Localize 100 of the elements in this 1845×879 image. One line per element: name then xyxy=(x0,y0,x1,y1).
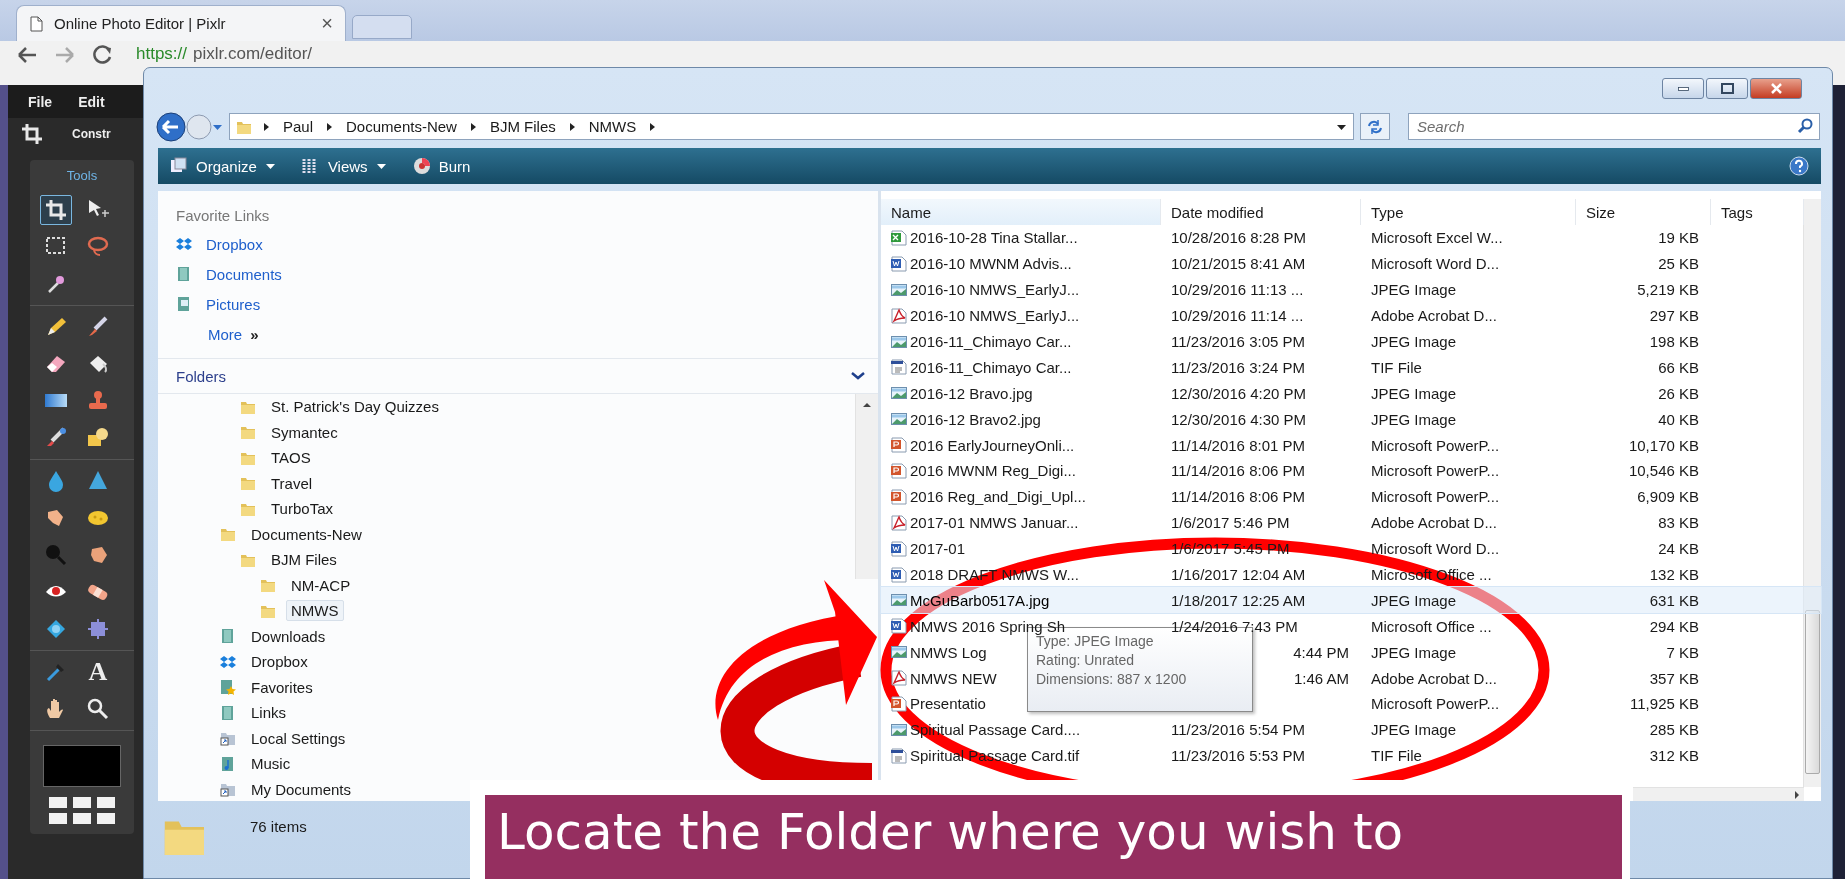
file-name[interactable]: 2016-11_Chimayo Car... xyxy=(910,333,1072,350)
file-name[interactable]: NMWS 2016 Spring Sh xyxy=(910,617,1066,635)
minimize-button[interactable] xyxy=(1662,78,1704,99)
help-icon[interactable] xyxy=(1789,156,1809,176)
size-text: 7 KB xyxy=(1666,643,1699,661)
folder-item[interactable]: Documents-New xyxy=(246,523,367,545)
favorite-link[interactable]: Dropbox xyxy=(206,235,263,253)
breadcrumb-item[interactable]: BJM Files xyxy=(487,116,558,137)
folder-item[interactable]: Favorites xyxy=(246,676,318,698)
file-name[interactable]: 2016-10 NMWS_EarlyJ... xyxy=(910,307,1080,325)
date-text: 11/23/2016 3:05 PM xyxy=(1171,333,1305,350)
folder-item[interactable]: Downloads xyxy=(246,625,331,647)
spreadsheet-icon xyxy=(891,229,907,246)
size-text: 25 KB xyxy=(1658,255,1699,273)
column-header[interactable]: Type xyxy=(1361,199,1576,225)
url-text[interactable]: https:// pixlr.com/editor/ xyxy=(136,44,313,64)
file-name[interactable]: 2016 Reg_and_Digi_Upl... xyxy=(910,488,1086,506)
file-name[interactable]: 2017-01 xyxy=(910,540,966,558)
search-icon[interactable] xyxy=(1797,118,1813,134)
folder-item[interactable]: Links xyxy=(246,702,292,724)
toolbar-button[interactable]: Organize xyxy=(170,157,276,175)
breadcrumb-item[interactable]: Paul xyxy=(281,116,316,137)
file-name[interactable]: 2016-10 MWNM Advis... xyxy=(910,255,1072,273)
type-text: JPEG Image xyxy=(1371,333,1457,350)
folder-item[interactable]: Symantec xyxy=(266,421,343,443)
favorite-link[interactable]: More xyxy=(208,325,243,343)
folder-item[interactable]: TurboTax xyxy=(266,498,338,520)
maximize-icon xyxy=(1720,83,1734,94)
file-name[interactable]: 2016-10 NMWS_EarlyJ... xyxy=(910,281,1080,299)
folder-item[interactable]: Dropbox xyxy=(246,651,313,673)
type-text: Microsoft Word D... xyxy=(1371,540,1500,558)
column-header[interactable]: Date modified xyxy=(1161,199,1361,225)
file-name[interactable]: 2016-10-28 Tina Stallar... xyxy=(910,229,1078,247)
folder-item[interactable]: Local Settings xyxy=(246,727,351,749)
type-text: JPEG Image xyxy=(1371,384,1457,402)
favorite-link[interactable]: Pictures xyxy=(206,295,261,313)
scrollbar[interactable] xyxy=(1803,199,1821,787)
toolbar-button[interactable]: Views xyxy=(301,157,387,175)
date-text: 1:46 AM xyxy=(1293,669,1349,687)
folder-item[interactable]: Music xyxy=(246,753,296,775)
menu-item[interactable]: File xyxy=(28,93,53,110)
chevron-down-icon[interactable] xyxy=(850,371,866,381)
file-name[interactable]: NMWS Log xyxy=(910,643,987,661)
image-icon xyxy=(891,333,907,350)
maximize-button[interactable] xyxy=(1706,78,1748,99)
tool-button[interactable] xyxy=(40,195,72,225)
scrollbar[interactable] xyxy=(855,394,878,579)
file-name[interactable]: NMWS NEW xyxy=(910,669,997,687)
scrollbar[interactable] xyxy=(1633,787,1804,801)
folder-item[interactable]: St. Patrick's Day Quizzes xyxy=(266,396,444,418)
up-arrow-icon[interactable] xyxy=(862,402,872,408)
folder-item[interactable]: BJM Files xyxy=(266,549,342,571)
address-bar[interactable]: Paul Documents-New BJM Files NMWS xyxy=(229,113,1354,140)
more-arrows[interactable]: » xyxy=(250,325,259,343)
browser-tab[interactable]: Online Photo Editor | Pixlr × xyxy=(16,5,346,41)
grid-icon[interactable] xyxy=(49,797,115,824)
dropdown-arrow-icon[interactable] xyxy=(1336,122,1347,131)
tab-close-button[interactable]: × xyxy=(321,12,333,35)
presentation-icon xyxy=(891,437,907,454)
folder-item[interactable]: NM-ACP xyxy=(286,574,356,596)
date-text: 11/14/2016 8:06 PM xyxy=(1171,488,1305,506)
file-name[interactable]: 2016-12 Bravo.jpg xyxy=(910,384,1033,402)
size-text: 297 KB xyxy=(1649,307,1699,325)
favorite-link[interactable]: Documents xyxy=(206,265,282,283)
reload-icon[interactable] xyxy=(92,44,114,66)
presentation-icon xyxy=(891,695,907,712)
size-text: 40 KB xyxy=(1658,410,1699,428)
file-name[interactable]: 2016 MWNM Reg_Digi... xyxy=(910,462,1076,480)
type-text: JPEG Image xyxy=(1371,643,1457,661)
folder-item[interactable]: Travel xyxy=(266,472,318,494)
toolbar-button[interactable]: Burn xyxy=(412,157,471,175)
right-arrow-icon[interactable] xyxy=(1794,789,1800,800)
folder-item[interactable]: NMWS xyxy=(286,600,344,622)
file-name[interactable]: 2016-11_Chimayo Car... xyxy=(910,358,1072,376)
file-name[interactable]: 2016-12 Bravo2.jpg xyxy=(910,410,1041,428)
text-tool[interactable]: A xyxy=(82,657,114,687)
file-name[interactable]: Presentatio xyxy=(910,695,986,713)
back-button-icon[interactable] xyxy=(156,111,186,142)
column-header[interactable]: Name xyxy=(881,199,1161,225)
column-header[interactable]: Size xyxy=(1576,199,1711,225)
file-name[interactable]: 2017-01 NMWS Januar... xyxy=(910,514,1079,532)
date-text: 10/29/2016 11:13 ... xyxy=(1171,281,1304,299)
folder-icon xyxy=(240,424,256,441)
color-swatch[interactable] xyxy=(43,745,121,787)
breadcrumb-item[interactable]: NMWS xyxy=(586,116,639,137)
favorites-icon xyxy=(220,679,236,696)
menu-item[interactable]: Edit xyxy=(78,93,105,110)
refresh-button[interactable] xyxy=(1360,113,1390,140)
option-label: Constr xyxy=(72,127,111,141)
shortcut-icon xyxy=(220,730,236,747)
search-field[interactable]: Search xyxy=(1408,113,1820,140)
file-name[interactable]: 2016 EarlyJourneyOnli... xyxy=(910,436,1075,454)
breadcrumb-item[interactable]: Documents-New xyxy=(344,116,459,137)
folder-item[interactable]: My Documents xyxy=(246,778,357,800)
type-text: TIF File xyxy=(1371,358,1422,376)
type-text: JPEG Image xyxy=(1371,591,1457,609)
size-text: 19 KB xyxy=(1658,229,1699,247)
file-name[interactable]: McGuBarb0517A.jpg xyxy=(910,591,1050,609)
folder-item[interactable]: TAOS xyxy=(266,447,316,469)
close-button[interactable] xyxy=(1750,78,1802,99)
